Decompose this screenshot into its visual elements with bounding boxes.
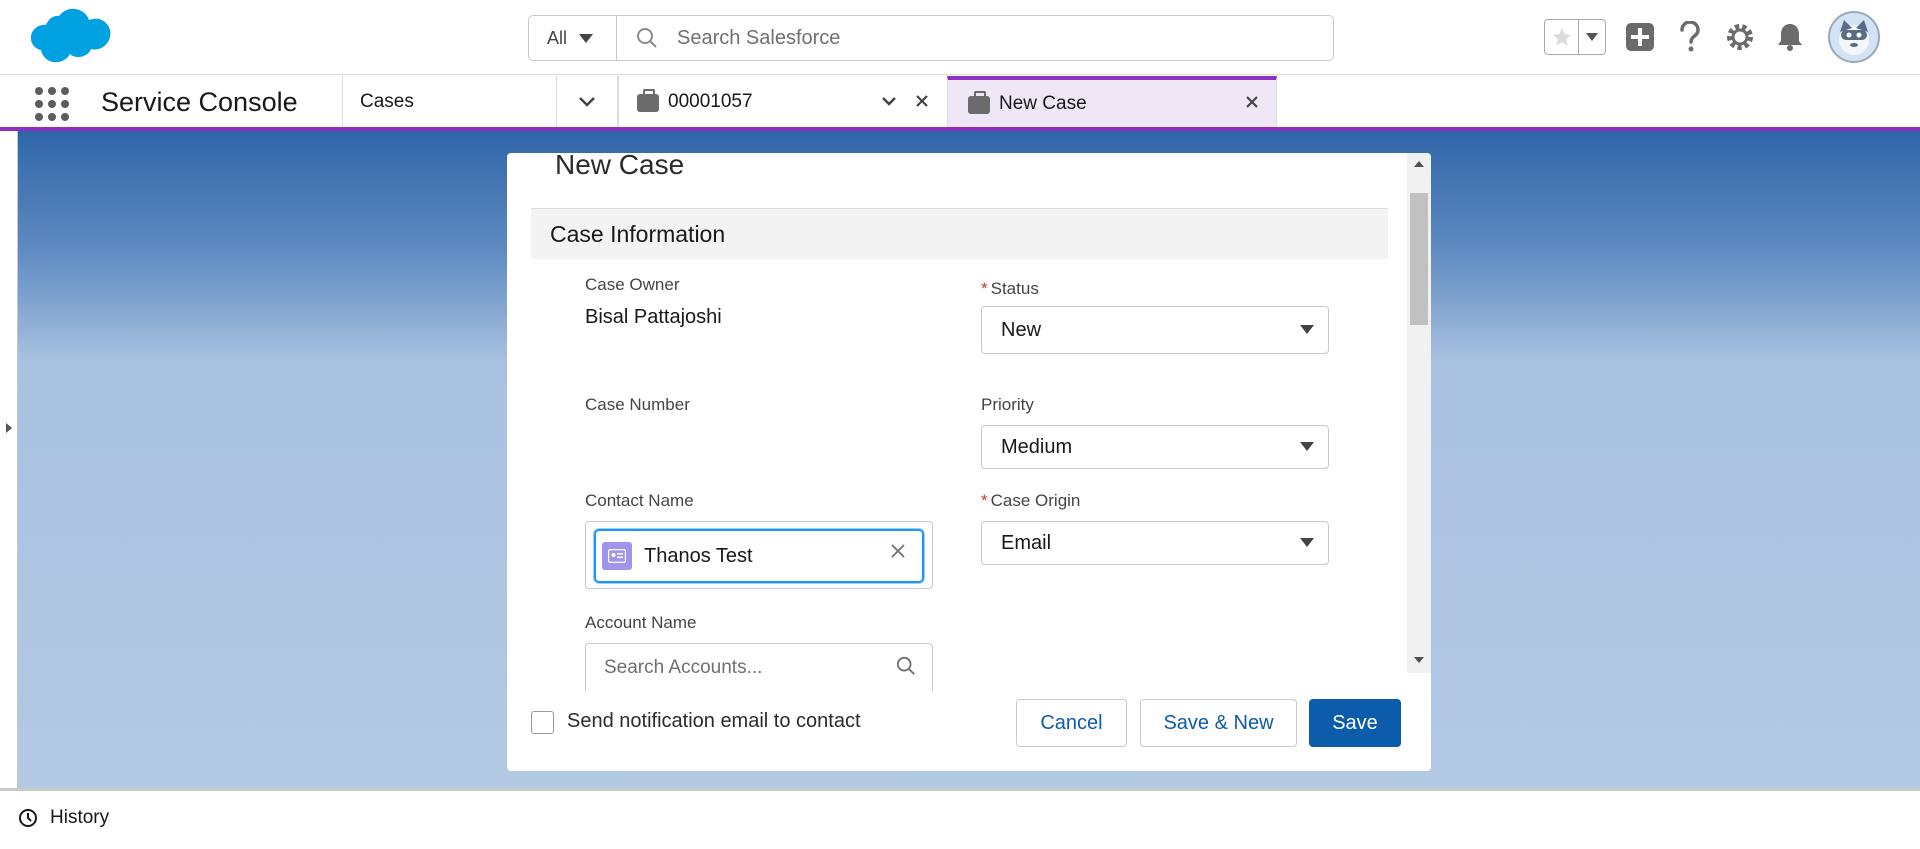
priority-value: Medium [1001, 435, 1073, 458]
tab-new-case[interactable]: New Case [947, 76, 1277, 127]
history-label: History [50, 807, 110, 828]
header-actions [1544, 11, 1880, 63]
history-utility-item[interactable]: History [18, 807, 109, 829]
status-select[interactable]: New [981, 306, 1329, 354]
notifications-bell-icon[interactable] [1774, 21, 1806, 53]
modal-title: New Case [555, 153, 685, 180]
cancel-button[interactable]: Cancel [1016, 699, 1127, 747]
account-name-search-input[interactable]: Search Accounts... [585, 643, 933, 691]
chevron-down-icon [1586, 33, 1598, 41]
setup-gear-icon[interactable] [1724, 21, 1756, 53]
case-origin-label-text: Case Origin [990, 491, 1081, 510]
required-marker: * [981, 491, 988, 510]
case-icon [637, 89, 659, 112]
console-nav-bar: Service Console Cases 00001057 New Case [0, 76, 1920, 131]
priority-select[interactable]: Medium [981, 425, 1329, 469]
scroll-down-arrow-icon[interactable] [1414, 657, 1424, 663]
favorites-button[interactable] [1544, 19, 1606, 55]
salesforce-logo[interactable] [22, 8, 112, 70]
save-and-new-button[interactable]: Save & New [1140, 699, 1297, 747]
new-case-modal: New Case Case Information Case Owner Bis… [507, 153, 1431, 771]
status-label-text: Status [990, 279, 1039, 298]
tab-actions-chevron-down-icon[interactable] [881, 96, 897, 108]
contact-icon [602, 542, 632, 570]
tab-case-00001057[interactable]: 00001057 [618, 76, 947, 127]
close-tab-icon[interactable] [1245, 95, 1259, 109]
left-rail [0, 131, 18, 788]
chevron-down-icon [1300, 442, 1314, 451]
save-button[interactable]: Save [1309, 699, 1401, 747]
nav-menu-dropdown[interactable] [556, 76, 618, 127]
user-avatar[interactable] [1828, 11, 1880, 63]
case-icon [968, 91, 990, 114]
tab-cases[interactable]: Cases [342, 76, 556, 127]
send-notification-checkbox[interactable] [531, 711, 554, 734]
global-header: All Search Salesforce [0, 0, 1920, 75]
send-notification-label[interactable]: Send notification email to contact [567, 710, 861, 733]
account-name-placeholder: Search Accounts... [604, 656, 763, 678]
modal-scrollbar[interactable] [1407, 153, 1431, 673]
search-input[interactable]: Search Salesforce [677, 16, 1333, 60]
status-value: New [1001, 318, 1042, 341]
contact-name-selected-pill[interactable]: Thanos Test [594, 529, 924, 583]
search-scope-dropdown[interactable]: All [529, 16, 617, 60]
chevron-down-icon [1300, 538, 1314, 547]
status-label: * Status [981, 279, 1039, 299]
favorites-dropdown-icon[interactable] [1579, 20, 1605, 54]
star-icon[interactable] [1545, 20, 1579, 54]
chevron-down-icon [579, 33, 594, 43]
section-case-information[interactable]: Case Information [531, 209, 1388, 259]
case-owner-value: Bisal Pattajoshi [585, 306, 722, 328]
tab-case-label: 00001057 [668, 90, 753, 112]
scroll-up-arrow-icon[interactable] [1414, 161, 1424, 167]
search-icon [896, 656, 915, 675]
case-owner-label: Case Owner [585, 275, 680, 294]
contact-name-lookup: Thanos Test [585, 521, 933, 589]
utility-bar: History [0, 788, 1920, 849]
search-icon [617, 16, 677, 60]
case-origin-value: Email [1001, 531, 1052, 554]
scrollbar-thumb[interactable] [1410, 193, 1428, 325]
contact-name-label: Contact Name [585, 491, 694, 510]
help-icon[interactable] [1674, 21, 1706, 53]
tab-new-case-label: New Case [999, 92, 1087, 114]
clock-icon [19, 809, 37, 827]
clear-selection-icon[interactable] [890, 543, 906, 559]
case-origin-select[interactable]: Email [981, 521, 1329, 565]
global-search: All Search Salesforce [528, 15, 1334, 61]
search-scope-label: All [547, 27, 568, 48]
required-marker: * [981, 279, 988, 298]
case-origin-label: * Case Origin [981, 491, 1080, 511]
contact-name-value: Thanos Test [644, 544, 753, 567]
account-name-label: Account Name [585, 613, 697, 632]
priority-label: Priority [981, 395, 1034, 414]
tab-cases-label: Cases [360, 90, 414, 112]
chevron-down-icon [1300, 325, 1314, 334]
expand-rail-icon[interactable] [6, 423, 12, 433]
chevron-down-icon [579, 96, 595, 107]
case-number-label: Case Number [585, 395, 690, 414]
app-name: Service Console [101, 87, 298, 117]
global-actions-add-icon[interactable] [1624, 21, 1656, 53]
app-launcher-icon[interactable] [35, 87, 69, 121]
close-tab-icon[interactable] [915, 94, 929, 108]
